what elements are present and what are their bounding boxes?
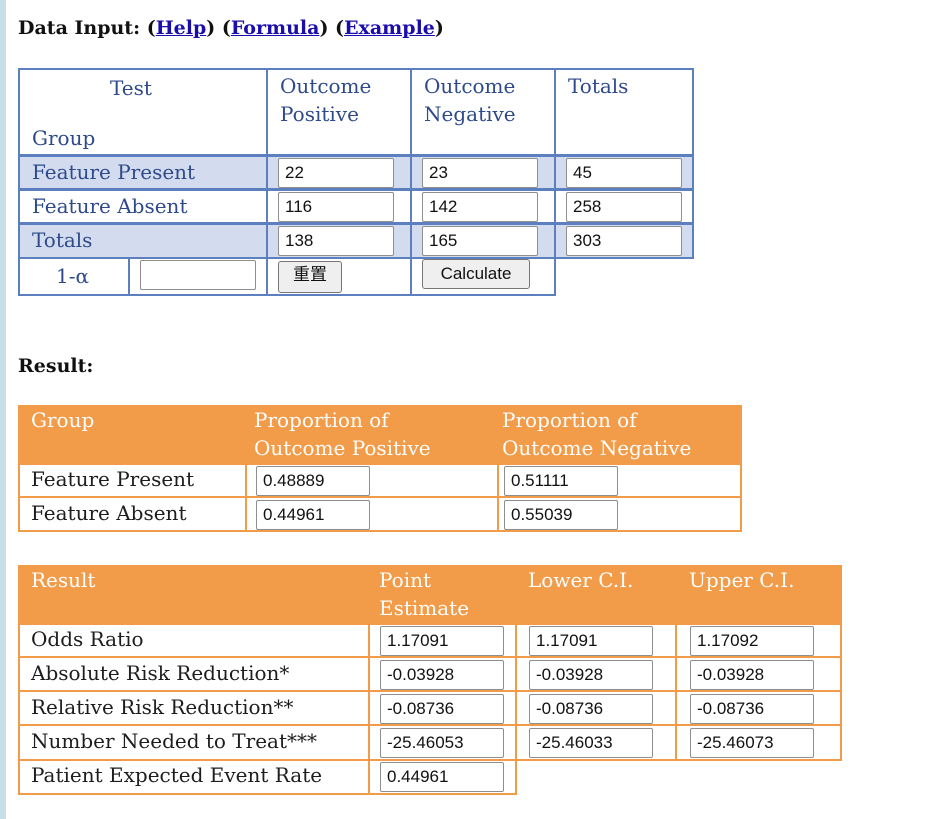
result-header-upper-ci: Upper C.I. [689, 568, 795, 592]
test-label: Test [110, 76, 152, 100]
data-input-heading: Data Input: (Help) (Formula) (Example) [18, 17, 444, 39]
result-label-odds-ratio: Odds Ratio [31, 627, 144, 651]
proportion-absent-positive[interactable]: 0.44961 [256, 500, 370, 530]
result-col-divider-2 [515, 623, 517, 761]
input-present-positive[interactable]: 22 [278, 158, 394, 188]
nnt-upper-ci[interactable]: -25.46073 [690, 728, 814, 758]
calculate-button[interactable]: Calculate [422, 259, 530, 289]
help-link[interactable]: Help [156, 17, 207, 39]
corner-header-cell: Test Group [18, 68, 268, 156]
result-label-rrr: Relative Risk Reduction** [31, 695, 294, 719]
input-present-total[interactable]: 45 [566, 158, 682, 188]
col-header-outcome-negative-line2: Negative [424, 102, 516, 126]
proportion-present-positive[interactable]: 0.48889 [256, 466, 370, 496]
proportion-header-group: Group [31, 408, 95, 432]
proportion-absent-negative[interactable]: 0.55039 [504, 500, 618, 530]
col-divider-2 [410, 155, 412, 259]
col-header-totals: Totals [554, 68, 694, 156]
result-label-peer: Patient Expected Event Rate [31, 763, 323, 787]
proportion-header-positive-line1: Proportion of [254, 408, 389, 432]
col-divider-3 [554, 155, 556, 259]
input-grand-total[interactable]: 303 [566, 226, 682, 256]
result-header-lower-ci: Lower C.I. [528, 568, 634, 592]
result-heading: Result: [18, 355, 94, 377]
nnt-lower-ci[interactable]: -25.46033 [529, 728, 653, 758]
input-absent-negative[interactable]: 142 [422, 192, 538, 222]
alpha-label-cell: 1-α [18, 257, 130, 296]
input-absent-positive[interactable]: 116 [278, 192, 394, 222]
result-header-point-line2: Estimate [379, 596, 470, 620]
input-total-negative[interactable]: 165 [422, 226, 538, 256]
col-header-outcome-positive-line2: Positive [280, 102, 359, 126]
group-label: Group [32, 126, 96, 150]
arr-lower-ci[interactable]: -0.03928 [529, 660, 653, 690]
proportion-row-divider [18, 496, 742, 498]
col-header-totals-label: Totals [568, 74, 629, 98]
col-divider-1 [266, 155, 268, 259]
reset-button[interactable]: 重置 [278, 261, 342, 293]
row-label-feature-absent: Feature Absent [32, 194, 188, 218]
result-row-divider-2 [18, 690, 842, 692]
proportion-col-divider-1 [245, 463, 247, 532]
proportion-col-divider-2 [497, 463, 499, 532]
proportion-header-negative: Proportion of Outcome Negative [502, 406, 691, 462]
result-col-divider-1 [368, 623, 370, 795]
proportion-row-label-absent: Feature Absent [31, 501, 187, 525]
data-input-title: Data Input: [18, 17, 141, 39]
rrr-point[interactable]: -0.08736 [380, 694, 504, 724]
proportion-present-negative[interactable]: 0.51111 [504, 466, 618, 496]
result-label-nnt: Number Needed to Treat*** [31, 729, 318, 753]
proportion-header-negative-line2: Outcome Negative [502, 436, 692, 460]
col-header-outcome-negative: Outcome Negative [410, 68, 556, 156]
result-header-result: Result [31, 568, 96, 592]
odds-ratio-point[interactable]: 1.17091 [380, 626, 504, 656]
rrr-upper-ci[interactable]: -0.08736 [690, 694, 814, 724]
proportion-row-label-present: Feature Present [31, 467, 195, 491]
arr-upper-ci[interactable]: -0.03928 [690, 660, 814, 690]
result-label-arr: Absolute Risk Reduction* [31, 661, 290, 685]
input-absent-total[interactable]: 258 [566, 192, 682, 222]
result-header-point-estimate: Point Estimate [379, 566, 469, 622]
formula-link[interactable]: Formula [231, 17, 320, 39]
peer-point[interactable]: 0.44961 [380, 762, 504, 792]
proportion-header-row: Group Proportion of Outcome Positive Pro… [18, 405, 742, 465]
example-link[interactable]: Example [344, 17, 435, 39]
proportion-header-positive-line2: Outcome Positive [254, 436, 431, 460]
odds-ratio-upper-ci[interactable]: 1.17092 [690, 626, 814, 656]
left-edge-bar [0, 0, 6, 819]
rrr-lower-ci[interactable]: -0.08736 [529, 694, 653, 724]
result-header-point-line1: Point [379, 568, 432, 592]
alpha-input[interactable] [140, 260, 256, 290]
col-header-outcome-positive-line1: Outcome [280, 74, 372, 98]
result-row-divider-3 [18, 724, 842, 726]
col-header-outcome-negative-line1: Outcome [424, 74, 516, 98]
result-col-divider-3 [675, 623, 677, 761]
alpha-label: 1-α [56, 264, 89, 288]
proportion-header-positive: Proportion of Outcome Positive [254, 406, 431, 462]
result-row-divider-1 [18, 656, 842, 658]
odds-ratio-lower-ci[interactable]: 1.17091 [529, 626, 653, 656]
arr-point[interactable]: -0.03928 [380, 660, 504, 690]
input-present-negative[interactable]: 23 [422, 158, 538, 188]
proportion-header-negative-line1: Proportion of [502, 408, 637, 432]
nnt-point[interactable]: -25.46053 [380, 728, 504, 758]
input-total-positive[interactable]: 138 [278, 226, 394, 256]
row-label-totals: Totals [32, 228, 93, 252]
row-label-feature-present: Feature Present [32, 160, 196, 184]
result-header-row: Result Point Estimate Lower C.I. Upper C… [18, 565, 842, 625]
col-header-outcome-positive: Outcome Positive [266, 68, 412, 156]
